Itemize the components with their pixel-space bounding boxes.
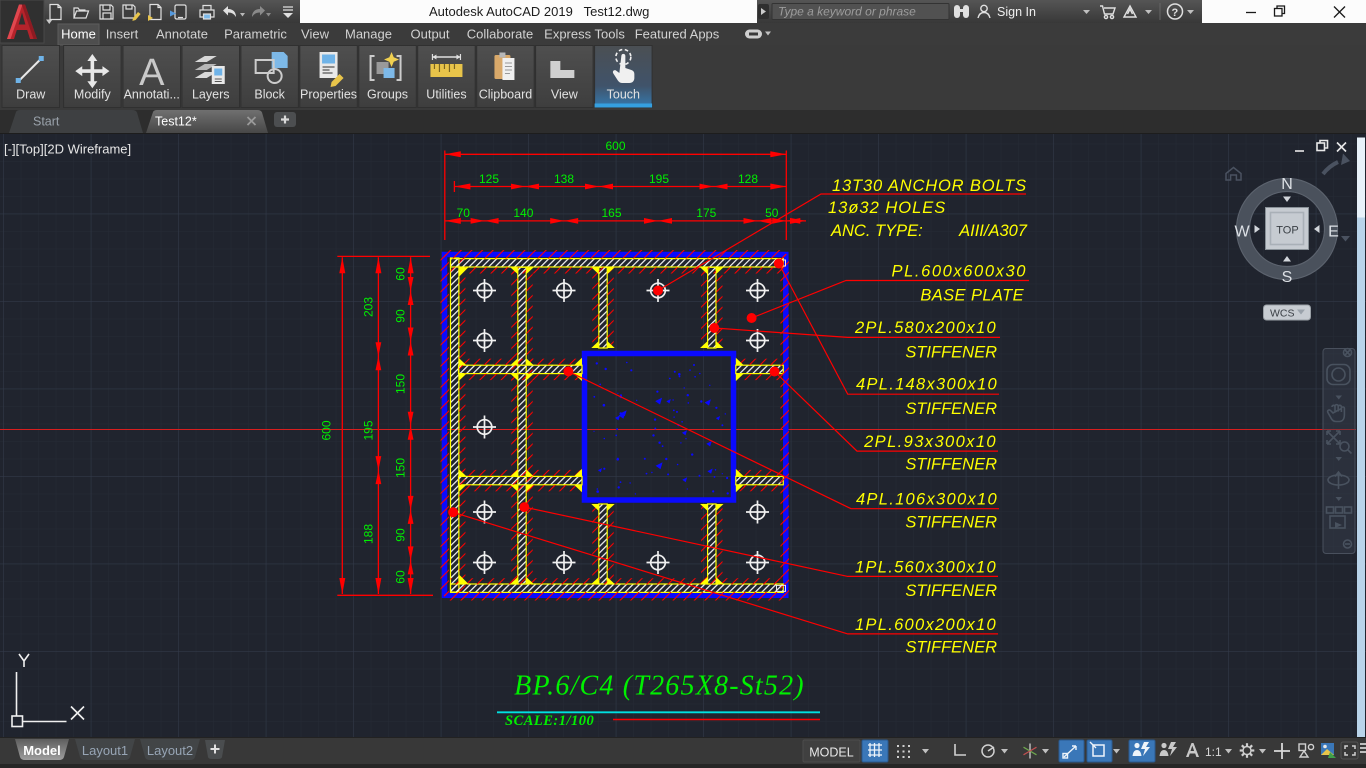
svg-text:Groups: Groups	[367, 88, 408, 102]
svg-text:E: E	[1328, 224, 1339, 241]
svg-text:600: 600	[320, 420, 334, 440]
svg-text:Layout1: Layout1	[82, 743, 128, 758]
svg-text:13ø32 HOLES: 13ø32 HOLES	[828, 199, 946, 217]
svg-text:4PL.148x300x10: 4PL.148x300x10	[856, 376, 998, 394]
svg-text:1PL.600x200x10: 1PL.600x200x10	[855, 616, 997, 634]
svg-text:AIII/A307: AIII/A307	[958, 222, 1028, 240]
svg-text:View: View	[301, 27, 330, 42]
svg-text:1:1: 1:1	[1205, 745, 1222, 759]
svg-text:Utilities: Utilities	[426, 88, 466, 102]
svg-text:2PL.580x200x10: 2PL.580x200x10	[854, 319, 997, 337]
svg-text:195: 195	[649, 172, 669, 186]
svg-text:195: 195	[362, 420, 376, 440]
svg-text:150: 150	[394, 374, 408, 394]
svg-text:Type a keyword or phrase: Type a keyword or phrase	[778, 5, 916, 19]
svg-text:4PL.106x300x10: 4PL.106x300x10	[856, 491, 998, 509]
svg-text:TOP: TOP	[1276, 225, 1298, 237]
svg-text:188: 188	[362, 524, 376, 544]
svg-text:W: W	[1234, 224, 1250, 241]
svg-text:140: 140	[513, 206, 533, 220]
svg-text:Modify: Modify	[74, 88, 112, 102]
svg-text:203: 203	[362, 297, 376, 317]
svg-text:Test12*: Test12*	[155, 115, 197, 129]
svg-text:STIFFENER: STIFFENER	[905, 514, 997, 532]
svg-text:?: ?	[1172, 7, 1179, 19]
svg-text:600: 600	[605, 139, 625, 153]
svg-text:2PL.93x300x10: 2PL.93x300x10	[863, 433, 997, 451]
svg-text:Parametric: Parametric	[224, 27, 287, 42]
svg-text:View: View	[551, 88, 579, 102]
svg-text:ANC. TYPE:: ANC. TYPE:	[830, 222, 923, 240]
svg-text:STIFFENER: STIFFENER	[905, 456, 997, 474]
svg-text:WCS: WCS	[1270, 308, 1295, 320]
svg-text:50: 50	[765, 206, 779, 220]
svg-text:128: 128	[738, 172, 758, 186]
svg-text:Annotate: Annotate	[156, 27, 208, 42]
svg-text:STIFFENER: STIFFENER	[905, 344, 997, 362]
svg-text:MODEL: MODEL	[809, 746, 854, 760]
svg-text:Model: Model	[23, 743, 61, 758]
svg-text:Clipboard: Clipboard	[479, 88, 533, 102]
svg-text:60: 60	[394, 570, 408, 584]
svg-text:Collaborate: Collaborate	[467, 27, 534, 42]
svg-text:Autodesk AutoCAD 2019 Test12: Autodesk AutoCAD 2019 Test12.dwg	[429, 4, 649, 19]
svg-text:1PL.560x300x10: 1PL.560x300x10	[855, 559, 997, 577]
svg-text:Layers: Layers	[192, 88, 230, 102]
svg-text:90: 90	[394, 528, 408, 542]
svg-text:Insert: Insert	[106, 27, 139, 42]
svg-text:S: S	[1282, 269, 1293, 286]
svg-text:Output: Output	[410, 27, 449, 42]
svg-text:Sign In: Sign In	[997, 5, 1036, 19]
svg-text:138: 138	[554, 172, 574, 186]
svg-text:Block: Block	[254, 88, 285, 102]
svg-text:13T30 ANCHOR BOLTS: 13T30 ANCHOR BOLTS	[832, 177, 1027, 195]
svg-text:Layout2: Layout2	[147, 743, 193, 758]
svg-text:BASE PLATE: BASE PLATE	[920, 287, 1024, 305]
svg-text:165: 165	[601, 206, 621, 220]
svg-text:Manage: Manage	[345, 27, 392, 42]
svg-text:SCALE:1/100: SCALE:1/100	[505, 713, 594, 729]
svg-text:90: 90	[394, 309, 408, 323]
svg-text:N: N	[1281, 176, 1293, 193]
svg-text:STIFFENER: STIFFENER	[905, 400, 997, 418]
svg-text:Start: Start	[33, 115, 60, 129]
svg-text:125: 125	[479, 172, 499, 186]
svg-text:Properties: Properties	[300, 88, 357, 102]
svg-text:60: 60	[394, 267, 408, 281]
svg-text:PL.600x600x30: PL.600x600x30	[892, 263, 1027, 281]
svg-text:Touch: Touch	[607, 88, 640, 102]
svg-text:Featured Apps: Featured Apps	[635, 27, 720, 42]
svg-text:BP.6/C4 (T265X8-St52): BP.6/C4 (T265X8-St52)	[514, 671, 805, 702]
svg-text:175: 175	[696, 206, 716, 220]
svg-text:A: A	[139, 52, 165, 94]
svg-text:Draw: Draw	[16, 88, 46, 102]
svg-text:150: 150	[394, 458, 408, 478]
svg-text:Home: Home	[61, 27, 96, 42]
svg-text:70: 70	[457, 206, 471, 220]
svg-text:Express Tools: Express Tools	[544, 27, 625, 42]
svg-text:[-][Top][2D Wireframe]: [-][Top][2D Wireframe]	[4, 142, 131, 157]
svg-text:STIFFENER: STIFFENER	[905, 639, 997, 657]
svg-text:STIFFENER: STIFFENER	[905, 582, 997, 600]
